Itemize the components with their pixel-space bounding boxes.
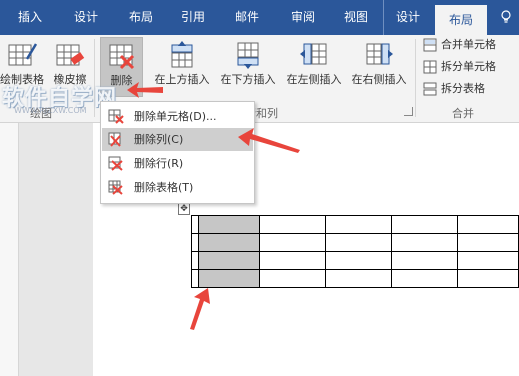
table-cell[interactable] — [191, 269, 199, 288]
annotation-arrow — [238, 128, 300, 153]
merge-cells-button[interactable]: 合并单元格 — [423, 35, 496, 55]
table-row — [191, 269, 519, 288]
delete-cells-icon — [108, 109, 124, 124]
menu-item-delete-columns[interactable]: 删除列(C) — [102, 128, 253, 151]
delete-columns-icon — [108, 132, 121, 147]
table-cell[interactable] — [391, 251, 458, 270]
insert-left-icon — [300, 43, 327, 65]
table-cell[interactable] — [457, 233, 519, 252]
insert-right-icon — [366, 43, 393, 65]
table-cell-selected[interactable] — [198, 233, 260, 252]
insert-below-label: 在下方插入 — [220, 73, 276, 86]
annotation-arrow — [190, 288, 210, 330]
table-cell-selected[interactable] — [198, 269, 260, 288]
split-cells-icon — [423, 60, 437, 74]
group-separator — [415, 39, 416, 117]
table-cell[interactable] — [259, 215, 326, 234]
tab-references[interactable]: 引用 — [170, 0, 216, 35]
menu-item-label: 删除单元格(D)... — [134, 110, 217, 123]
tab-view[interactable]: 视图 — [333, 0, 379, 35]
delete-dropdown-menu: 删除单元格(D)... 删除列(C) 删除行(R) 删除表格(T) — [100, 101, 255, 204]
menu-item-delete-rows[interactable]: 删除行(R) — [102, 152, 253, 175]
insert-right-button[interactable]: 在右侧插入 — [347, 37, 411, 95]
group-label-merge: 合并 — [452, 107, 474, 120]
insert-below-button[interactable]: 在下方插入 — [216, 37, 280, 95]
tab-table-design[interactable]: 设计 — [383, 0, 432, 35]
menu-item-label: 删除列(C) — [134, 133, 184, 146]
merge-cells-label: 合并单元格 — [441, 38, 496, 51]
table-cell-selected[interactable] — [198, 215, 260, 234]
table-cell[interactable] — [325, 233, 392, 252]
draw-table-icon — [8, 43, 37, 66]
tab-layout[interactable]: 布局 — [118, 0, 164, 35]
split-table-button[interactable]: 拆分表格 — [423, 79, 485, 99]
table-move-handle-icon[interactable]: ✥ — [178, 203, 190, 215]
document-table[interactable] — [191, 215, 519, 288]
split-table-icon — [423, 82, 437, 96]
table-cell[interactable] — [457, 269, 519, 288]
tab-table-layout[interactable]: 布局 — [435, 5, 487, 35]
table-cell[interactable] — [325, 215, 392, 234]
menu-item-label: 删除行(R) — [134, 157, 184, 170]
insert-below-icon — [237, 42, 259, 69]
table-cell[interactable] — [325, 269, 392, 288]
table-cell[interactable] — [391, 269, 458, 288]
table-cell[interactable] — [391, 233, 458, 252]
dialog-launcher-icon[interactable] — [404, 107, 413, 116]
tab-insert[interactable]: 插入 — [8, 0, 52, 35]
menu-item-label: 删除表格(T) — [134, 181, 194, 194]
table-row — [191, 233, 519, 252]
annotation-arrow — [127, 82, 163, 98]
insert-left-button[interactable]: 在左侧插入 — [282, 37, 346, 95]
table-cell[interactable] — [457, 251, 519, 270]
table-cell[interactable] — [457, 215, 519, 234]
table-cell[interactable] — [259, 233, 326, 252]
menu-item-delete-table[interactable]: 删除表格(T) — [102, 176, 253, 199]
watermark-url: WWW.RJZXW.COM — [14, 106, 87, 115]
insert-right-label: 在右侧插入 — [351, 73, 407, 86]
table-cell-selected[interactable] — [198, 251, 260, 270]
tab-review[interactable]: 审阅 — [280, 0, 326, 35]
table-cell[interactable] — [259, 251, 326, 270]
insert-left-label: 在左侧插入 — [286, 73, 342, 86]
lightbulb-icon[interactable] — [500, 10, 512, 24]
menu-item-delete-cells[interactable]: 删除单元格(D)... — [102, 105, 253, 128]
table-cell[interactable] — [191, 233, 199, 252]
delete-table-icon — [108, 180, 123, 195]
delete-table-icon — [109, 44, 134, 70]
delete-rows-icon — [108, 156, 123, 171]
tab-design[interactable]: 设计 — [60, 0, 112, 35]
tab-mailings[interactable]: 邮件 — [224, 0, 270, 35]
table-cell[interactable] — [191, 215, 199, 234]
ribbon-tab-bar: 插入 设计 布局 引用 邮件 审阅 视图 设计 布局 — [0, 0, 519, 35]
split-cells-label: 拆分单元格 — [441, 60, 496, 73]
table-cell[interactable] — [259, 269, 326, 288]
merge-cells-icon — [423, 38, 437, 52]
table-row — [191, 251, 519, 270]
eraser-icon — [56, 44, 85, 66]
table-cell[interactable] — [325, 251, 392, 270]
vertical-ruler — [0, 123, 19, 376]
table-row — [191, 215, 519, 234]
insert-above-icon — [171, 41, 193, 68]
split-table-label: 拆分表格 — [441, 82, 485, 95]
table-cell[interactable] — [191, 251, 199, 270]
split-cells-button[interactable]: 拆分单元格 — [423, 57, 496, 77]
table-cell[interactable] — [391, 215, 458, 234]
